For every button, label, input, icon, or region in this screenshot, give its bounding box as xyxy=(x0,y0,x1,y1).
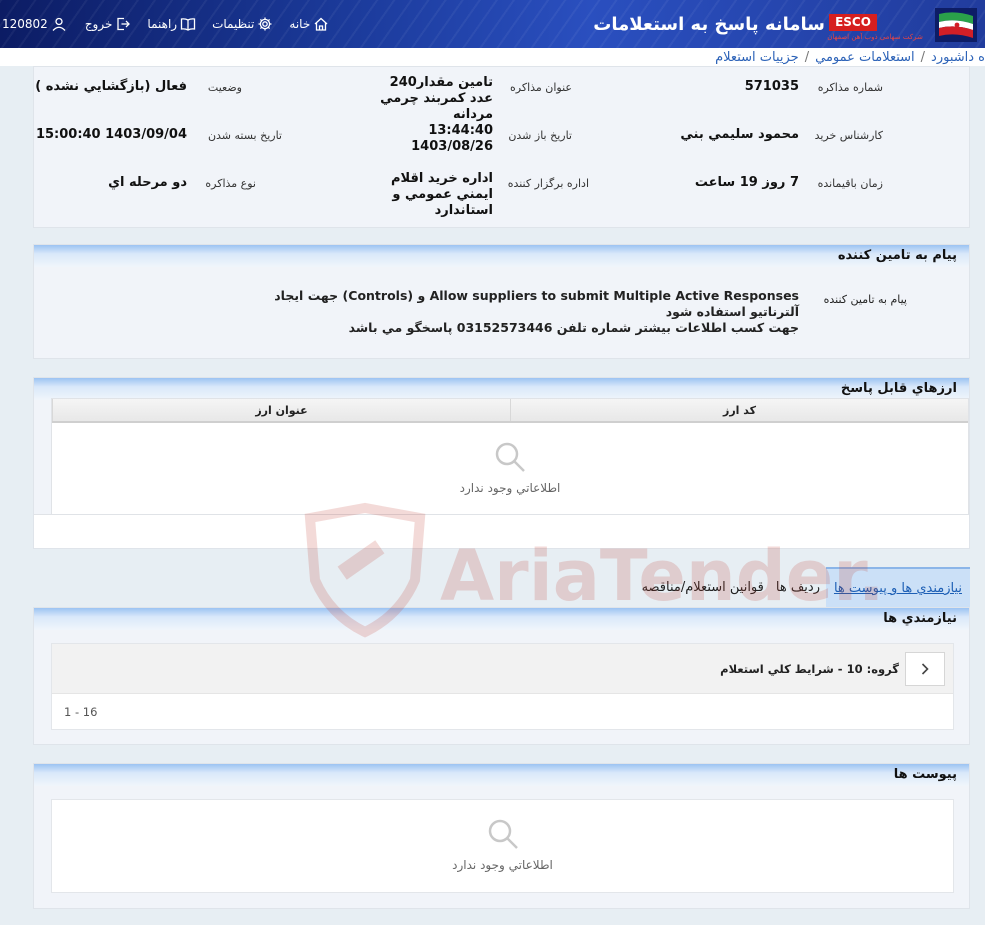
currencies-empty-state: اطلاعاتي وجود ندارد xyxy=(52,439,968,495)
close-date: 1403/09/04 15:00:40 xyxy=(35,127,187,142)
negotiation-type-label: نوع مذاکره xyxy=(205,177,256,190)
nav-help-label: راهنما xyxy=(147,17,178,31)
needs-header: نيازمندي ها xyxy=(34,608,969,630)
open-date: 13:44:40 1403/08/26 xyxy=(411,123,493,154)
status-label: وضعيت xyxy=(207,81,242,94)
nav-home-label: خانه xyxy=(289,17,311,31)
logout-icon xyxy=(117,17,131,31)
open-date-label: تاريخ باز شدن xyxy=(508,129,572,142)
buyer-expert-label: کارشناس خريد xyxy=(814,129,883,142)
logo-subtitle: شرکت سهامی ذوب آهن اصفهان xyxy=(827,33,923,41)
home-icon xyxy=(314,17,328,31)
user-icon xyxy=(52,17,66,31)
needs-group-row[interactable]: گروه: 10 - شرايط کلي استعلام xyxy=(52,644,953,694)
attachments-card: پيوست ها اطلاعاتي وجود ندارد xyxy=(33,763,970,909)
top-header: ESCO شرکت سهامی ذوب آهن اصفهان سامانه پا… xyxy=(0,0,985,48)
header-nav: خانه تنظيمات راهنما خروج 120802 xyxy=(2,0,329,48)
chevron-right-icon xyxy=(921,662,929,675)
needs-card: نيازمندي ها گروه: 10 - شرايط کلي استعلام… xyxy=(33,607,970,745)
currencies-table-header: کد ارز عنوان ارز xyxy=(52,399,968,423)
breadcrumb-inquiry-details[interactable]: جزييات استعلام xyxy=(715,50,799,65)
currencies-card: ارزهاي قابل پاسخ کد ارز عنوان ارز اطلاعا… xyxy=(33,377,970,549)
search-icon xyxy=(488,819,518,849)
pagination-range: 1 - 16 xyxy=(64,705,98,719)
organizer-label: اداره برگزار کننده xyxy=(507,177,589,190)
supplier-message-line-2: جهت کسب اطلاعات بيشتر شماره تلفن 0315257… xyxy=(348,320,799,335)
negotiation-number-label: شماره مذاکره xyxy=(817,81,883,94)
nav-settings[interactable]: تنظيمات xyxy=(212,16,273,32)
inquiry-info-card: شماره مذاکره 571035 عنوان مذاکره تامين م… xyxy=(33,66,970,228)
attachments-empty-state: اطلاعاتي وجود ندارد xyxy=(52,816,953,872)
currencies-footer xyxy=(34,514,969,548)
needs-panel: گروه: 10 - شرايط کلي استعلام 1 - 16 xyxy=(51,643,954,730)
nav-user[interactable]: 120802 xyxy=(2,16,67,32)
nav-settings-label: تنظيمات xyxy=(212,17,255,31)
column-currency-title[interactable]: عنوان ارز xyxy=(52,399,510,421)
user-id: 120802 xyxy=(2,17,48,31)
breadcrumb-public-inquiries[interactable]: استعلامات عمومي xyxy=(815,50,915,65)
tab-rules[interactable]: قوانين استعلام/مناقصه xyxy=(636,580,770,595)
currencies-header: ارزهاي قابل پاسخ xyxy=(34,378,969,400)
attachments-panel: اطلاعاتي وجود ندارد xyxy=(51,799,954,893)
nav-logout-label: خروج xyxy=(84,17,113,31)
organizer: اداره خريد اقلام ايمني عمومي و استاندارد xyxy=(390,171,493,218)
close-date-label: تاريخ بسته شدن xyxy=(207,129,282,142)
supplier-message-line-1: Allow suppliers to submit Multiple Activ… xyxy=(274,288,799,319)
nav-home[interactable]: خانه xyxy=(289,16,329,32)
supplier-message-label: پيام به تامين کننده xyxy=(823,293,907,306)
attachments-empty-text: اطلاعاتي وجود ندارد xyxy=(452,858,553,872)
esco-logo: ESCO xyxy=(829,14,877,31)
breadcrumb-separator: / xyxy=(920,49,926,65)
gear-icon xyxy=(258,17,272,31)
column-currency-code[interactable]: کد ارز xyxy=(510,399,968,421)
nav-help[interactable]: راهنما xyxy=(147,16,196,32)
expand-group-button[interactable] xyxy=(905,651,945,686)
currencies-empty-text: اطلاعاتي وجود ندارد xyxy=(459,481,561,495)
tab-needs-attachments[interactable]: نيازمندي ها و پيوست ها xyxy=(825,567,970,607)
breadcrumb-dashboard[interactable]: ه داشبورد xyxy=(931,50,985,65)
iran-flag-logo-icon xyxy=(935,8,977,42)
breadcrumb-separator: / xyxy=(804,49,810,65)
app-title: سامانه پاسخ به استعلامات xyxy=(593,14,825,35)
supplier-message-body: Allow suppliers to submit Multiple Activ… xyxy=(239,288,799,336)
needs-group-label: گروه: 10 - شرايط کلي استعلام xyxy=(720,661,899,676)
negotiation-type: دو مرحله اي xyxy=(108,175,187,190)
buyer-expert: محمود سليمي بني xyxy=(680,127,799,142)
currencies-table: کد ارز عنوان ارز اطلاعاتي وجود ندارد xyxy=(51,398,969,516)
negotiation-number: 571035 xyxy=(744,79,799,94)
status-value: فعال (بازگشايي نشده ) xyxy=(35,79,187,94)
supplier-message-card: پيام به تامين کننده پيام به تامين کننده … xyxy=(33,244,970,359)
book-icon xyxy=(180,18,196,31)
detail-tabs: نيازمندي ها و پيوست ها رديف ها قوانين اس… xyxy=(636,567,970,607)
negotiation-title: تامين مقدار240 عدد كمربند چرمي مردانه xyxy=(380,75,493,122)
attachments-header: پيوست ها xyxy=(34,764,969,786)
remaining-time-label: زمان باقيمانده xyxy=(817,177,883,190)
search-icon xyxy=(495,442,525,472)
remaining-time: 7 روز 19 ساعت xyxy=(694,175,799,190)
tab-rows[interactable]: رديف ها xyxy=(770,580,826,595)
supplier-message-header: پيام به تامين کننده xyxy=(34,245,969,267)
nav-logout[interactable]: خروج xyxy=(85,16,132,32)
negotiation-title-label: عنوان مذاکره xyxy=(510,81,572,94)
breadcrumb: ه داشبورد / استعلامات عمومي / جزييات است… xyxy=(0,48,985,66)
